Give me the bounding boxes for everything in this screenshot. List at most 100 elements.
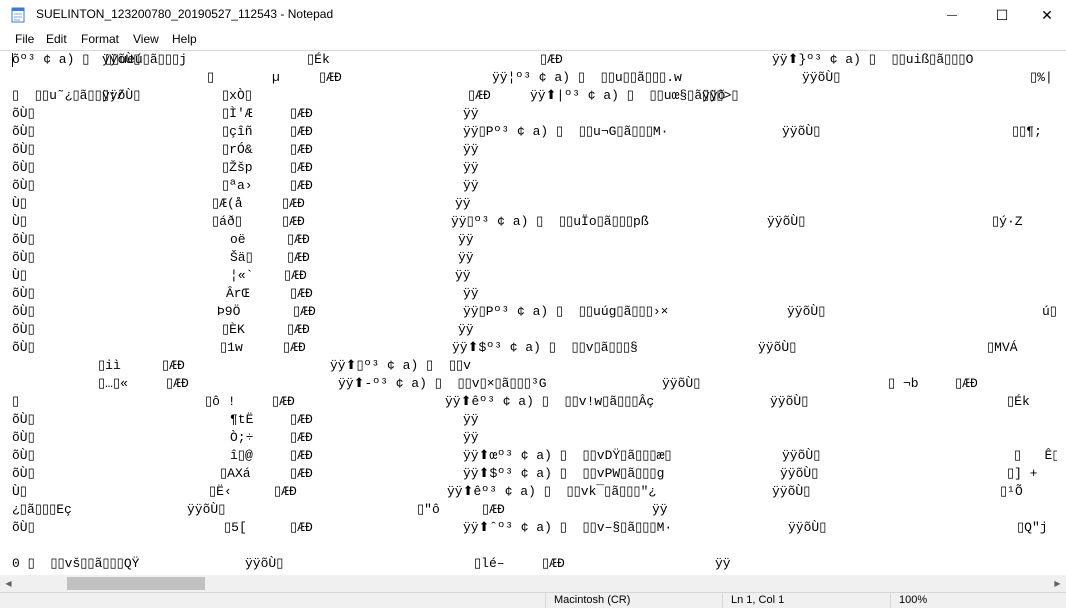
scroll-right-icon[interactable]: ▶ [1049, 575, 1066, 592]
text-line: õÙ▯ ¶tË ▯ÆÐ ÿÿ [12, 411, 1057, 429]
text-segment: Ù▯ [12, 196, 27, 211]
text-segment: 0 ▯ ▯▯vš▯▯ã▯▯▯QŸ [12, 556, 140, 571]
text-line: õÙ▯ ▯Ì'Æ ▯ÆÐ ÿÿ [12, 105, 1057, 123]
text-line: õÙ▯ ▯5[▯ÆÐ ÿÿ⬆ˆº³ ¢ a) ▯ ▯▯v–§▯ã▯▯▯M· ÿÿõÙ▯… [12, 519, 1057, 537]
text-segment: ▯áð▯ [212, 214, 242, 229]
text-segment: ÿÿõÙ▯ [102, 52, 141, 67]
text-segment: ▯ô ! [205, 394, 236, 409]
text-segment: ÿÿ¦º³ ¢ a) ▯ ▯▯u▯▯ã▯▯▯.w [492, 70, 682, 85]
text-segment: ▯iì [98, 358, 121, 373]
text-segment: ▯çîñ [222, 124, 253, 139]
minimize-button[interactable]: — [929, 0, 975, 30]
text-segment: ÿÿ [463, 178, 479, 193]
text-segment: ÿÿõÙ▯ [245, 556, 284, 571]
text-segment: ▯ÆÐ [319, 70, 342, 85]
text-segment: ▯ÆÐ [290, 466, 313, 481]
text-segment: ÿÿ [463, 286, 479, 301]
text-line: ▯…▯« ▯ÆÐ ÿÿ⬆-º³ ¢ a) ▯ ▯▯v▯×▯ã▯▯▯³G ÿÿõÙ▯ ▯ … [12, 375, 1057, 393]
window-title: SUELINTON_123200780_20190527_112543 - No… [36, 7, 334, 21]
text-segment: ▯ÆÐ [290, 160, 313, 175]
text-segment: ÿÿõÙ▯ [787, 304, 826, 319]
text-segment: ÿÿ⬆-º³ ¢ a) ▯ ▯▯v▯×▯ã▯▯▯³G [338, 376, 547, 391]
text-segment: ▯ÆÐ [290, 106, 313, 121]
text-segment: ▯ÆÐ [542, 556, 565, 571]
text-segment: ÿÿõ [702, 88, 726, 103]
text-segment: õÙ▯ [12, 466, 35, 481]
text-segment: ÿÿ⬆êº³ ¢ a) ▯ ▯▯v!w▯ã▯▯▯Âç [445, 394, 655, 409]
text-line: ▯ µ ▯ÆÐ ÿÿ¦º³ ¢ a) ▯ ▯▯u▯▯ã▯▯▯.w ÿÿõÙ▯ ▯%| [12, 69, 1057, 87]
text-segment: ▯Q"j [1017, 520, 1048, 535]
text-segment: ▯ÆÐ [290, 124, 313, 139]
status-position: Ln 1, Col 1 [722, 593, 891, 608]
text-segment: õÙ▯ [12, 160, 35, 175]
text-segment: õÙ▯ [12, 178, 35, 193]
text-segment: ▯Ì'Æ [222, 106, 253, 121]
text-segment: ▯ÆÐ [290, 430, 313, 445]
menu-view[interactable]: View [133, 32, 159, 46]
scrollbar-thumb[interactable] [67, 577, 205, 590]
title-bar: SUELINTON_123200780_20190527_112543 - No… [0, 0, 1066, 30]
text-segment: ▯ÆÐ [284, 268, 307, 283]
text-segment: Þ9Ö [217, 304, 241, 319]
text-editor[interactable]: õº³ ¢ a) ▯ ▯▯ueú▯ã▯▯▯j ÿÿõÙ▯ ▯Ék ▯ÆÐ ÿÿ⬆}º³ … [0, 50, 1066, 576]
text-line: ▯iì ▯ÆÐ ÿÿ⬆▯º³ ¢ a) ▯ ▯▯v [12, 357, 1057, 375]
text-line: ¿▯ã▯▯▯Eç ÿÿõÙ▯ ▯"ô ▯ÆÐ ÿÿ [12, 501, 1057, 519]
horizontal-scrollbar[interactable]: ◀ ▶ [0, 575, 1066, 592]
text-segment: ÿÿ [455, 268, 471, 283]
text-segment: ▯ÆÐ [290, 142, 313, 157]
text-segment: ÿÿõÙ▯ [187, 502, 226, 517]
text-segment: ÿÿ⬆êº³ ¢ a) ▯ ▯▯vk¯▯ã▯▯▯"¿ [447, 484, 657, 499]
text-segment: ▯ÆÐ [290, 520, 313, 535]
text-segment: ▯ÆÐ [283, 340, 306, 355]
text-segment: ÿÿ [463, 412, 479, 427]
notepad-icon [11, 7, 25, 23]
text-segment: ÿÿ [463, 160, 479, 175]
text-line: õÙ▯ Þ9Ö ▯ÆÐ ÿÿ▯Pº³ ¢ a) ▯ ▯▯uúg▯ã▯▯▯›× ÿÿõÙ▯… [12, 303, 1057, 321]
text-segment: ▯ÆÐ [290, 412, 313, 427]
scroll-left-icon[interactable]: ◀ [0, 575, 17, 592]
text-line: õÙ▯ ÂrŒ ▯ÆÐ ÿÿ [12, 285, 1057, 303]
text-line: õÙ▯ Šä▯ ▯ÆÐ ÿÿ [12, 249, 1057, 267]
text-segment: ÂrŒ [226, 286, 250, 301]
text-segment: ▯5[ [224, 520, 247, 535]
text-segment: ÿÿ▯º³ ¢ a) ▯ ▯▯uÏo▯ã▯▯▯pß [451, 214, 649, 229]
text-segment: ▯▯¶; [1012, 124, 1042, 139]
text-line: õº³ ¢ a) ▯ ▯▯ueú▯ã▯▯▯j ÿÿõÙ▯ ▯Ék ▯ÆÐ ÿÿ⬆}º³ … [12, 51, 1057, 69]
text-line: ▯ ▯ô ! ▯ÆÐ ÿÿ⬆êº³ ¢ a) ▯ ▯▯v!w▯ã▯▯▯Âç ÿÿõÙ▯ ▯… [12, 393, 1057, 411]
menu-file[interactable]: File [15, 32, 34, 46]
text-segment: ▯ÆÐ [282, 196, 305, 211]
text-segment: Ò;÷ [230, 430, 254, 445]
text-segment: ÿÿ [458, 232, 474, 247]
text-segment: ▯ÆÐ [287, 322, 310, 337]
minimize-icon: — [947, 9, 957, 21]
menu-format[interactable]: Format [81, 32, 119, 46]
maximize-icon: ☐ [995, 6, 1009, 23]
text-segment: ÿÿõÙ▯ [780, 466, 819, 481]
text-segment: ▯ÆÐ [290, 448, 313, 463]
text-segment: ÿÿ⬆▯º³ ¢ a) ▯ ▯▯v [330, 358, 471, 373]
text-segment: ÿÿ [455, 196, 471, 211]
menu-help[interactable]: Help [172, 32, 197, 46]
text-segment: ÿÿ⬆ˆº³ ¢ a) ▯ ▯▯v–§▯ã▯▯▯M· [463, 520, 673, 535]
text-segment: õÙ▯ [12, 106, 35, 121]
menu-edit[interactable]: Edit [46, 32, 67, 46]
close-icon: ✕ [1041, 6, 1053, 23]
text-segment: ÿÿ [715, 556, 731, 571]
text-segment: ú▯▯ [1042, 304, 1057, 319]
text-segment: ▯ÆÐ [290, 178, 313, 193]
text-line: õÙ▯ ▯1w ▯ÆÐ ÿÿ⬆$º³ ¢ a) ▯ ▯▯v▯ã▯▯▯§ ÿÿõÙ▯ ▯MV… [12, 339, 1057, 357]
text-segment: õÙ▯ [12, 340, 35, 355]
text-segment: õÙ▯ [12, 520, 35, 535]
text-segment: ÿÿ⬆$º³ ¢ a) ▯ ▯▯v▯ã▯▯▯§ [452, 340, 638, 355]
maximize-button[interactable]: ☐ [979, 0, 1025, 30]
text-segment: ▯Ék [307, 52, 330, 67]
text-segment: ▯ÆÐ [293, 304, 316, 319]
text-segment: ▯1w [220, 340, 243, 355]
text-segment: ▯ÆÐ [290, 286, 313, 301]
text-segment: ▯ÆÐ [955, 376, 978, 391]
text-segment: õÙ▯ [12, 286, 35, 301]
text-segment: ▯ÆÐ [468, 88, 491, 103]
text-segment: ▯¹Õ [1000, 484, 1023, 499]
text-line: õÙ▯ ▯rÓ& ▯ÆÐ ÿÿ [12, 141, 1057, 159]
close-button[interactable]: ✕ [1024, 0, 1066, 30]
